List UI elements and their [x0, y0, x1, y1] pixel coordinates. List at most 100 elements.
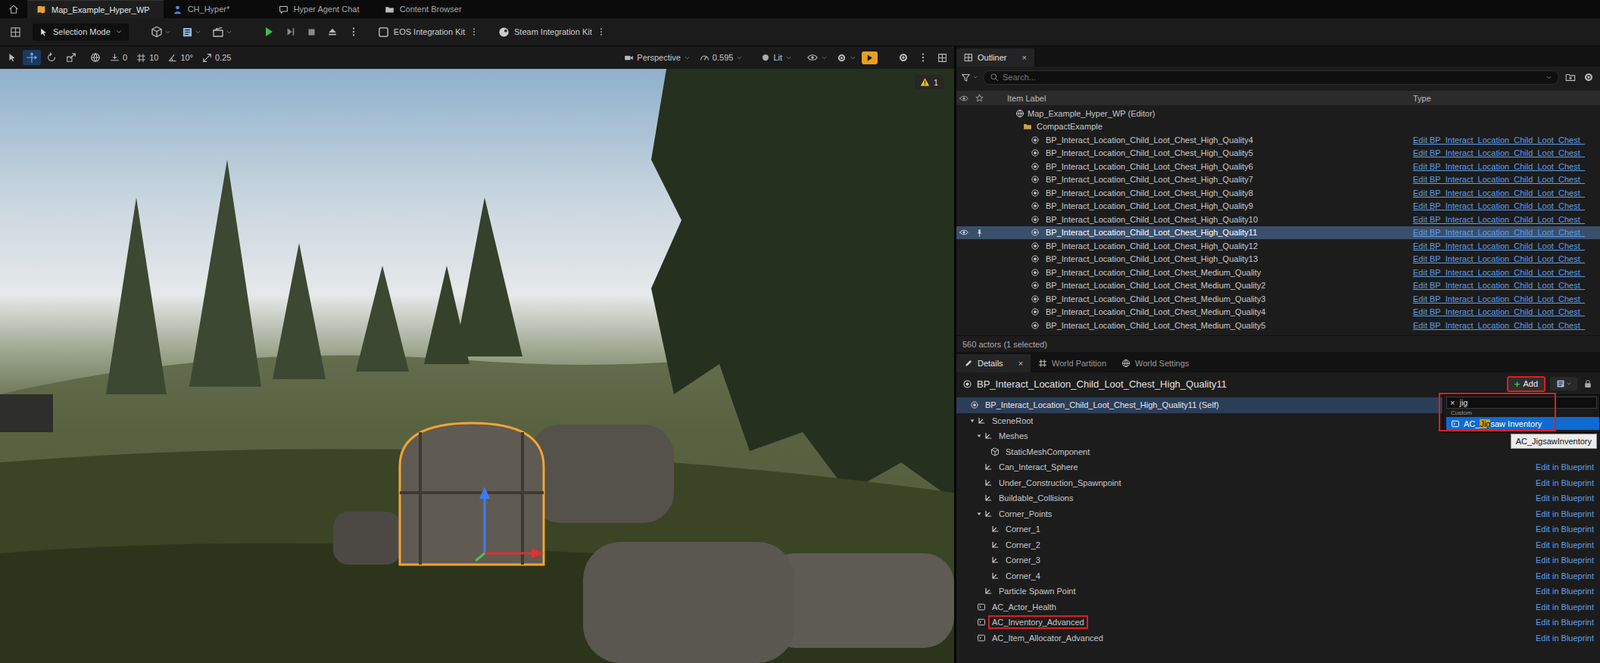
arrowdown-icon[interactable] [975, 432, 983, 440]
outliner-row[interactable]: BP_Interact_Location_Child_Loot_Chest_Hi… [956, 146, 1600, 161]
blueprint-options-button[interactable] [1550, 377, 1578, 391]
component-row[interactable]: StaticMeshComponent [956, 444, 1600, 461]
outliner-row[interactable]: BP_Interact_Location_Child_Loot_Chest_Me… [956, 265, 1600, 280]
close-button[interactable]: × [1018, 358, 1024, 369]
outliner-row[interactable]: BP_Interact_Location_Child_Loot_Chest_Hi… [956, 252, 1600, 267]
blueprint-button[interactable] [177, 23, 206, 41]
pin-icon[interactable] [975, 228, 984, 238]
panel-tab[interactable]: World Settings [1113, 354, 1197, 373]
edit-in-blueprint-link[interactable]: Edit in Blueprint [1535, 571, 1600, 581]
editor-tab[interactable]: Hyper Agent Chat [269, 0, 376, 19]
home-button[interactable] [0, 0, 28, 19]
stop-button[interactable] [302, 24, 321, 41]
snap-setting[interactable]: 10° [163, 50, 197, 66]
outliner-settings-button[interactable] [1581, 71, 1596, 83]
edit-type-link[interactable]: Edit BP_Interact_Location_Child_Loot_Che… [1408, 201, 1600, 211]
edit-in-blueprint-link[interactable]: Edit in Blueprint [1535, 540, 1600, 550]
component-row[interactable]: Particle Spawn PointEdit in Blueprint [956, 583, 1600, 600]
outliner-search-field[interactable] [1002, 72, 1542, 82]
plugin-button[interactable]: Steam Integration Kit [493, 23, 611, 41]
outliner-row[interactable]: BP_Interact_Location_Child_Loot_Chest_Me… [956, 292, 1600, 306]
component-row[interactable]: Corner_2Edit in Blueprint [956, 537, 1600, 554]
edit-type-link[interactable]: Edit BP_Interact_Location_Child_Loot_Che… [1408, 188, 1600, 198]
camera-speed-dropdown[interactable]: 0.595 [695, 50, 748, 66]
outliner-row[interactable]: BP_Interact_Location_Child_Loot_Chest_Hi… [956, 212, 1600, 227]
edit-type-link[interactable]: Edit BP_Interact_Location_Child_Loot_Che… [1408, 280, 1600, 291]
more-button[interactable] [913, 49, 933, 66]
outliner-row[interactable]: BP_Interact_Location_Child_Loot_Chest_Hi… [956, 199, 1600, 214]
edit-in-blueprint-link[interactable]: Edit in Blueprint [1535, 555, 1600, 565]
edit-type-link[interactable]: Edit BP_Interact_Location_Child_Loot_Che… [1408, 268, 1600, 278]
play-options-button[interactable] [344, 23, 363, 41]
add-component-button[interactable]: +Add [1506, 376, 1546, 393]
lock-button[interactable] [1581, 379, 1594, 389]
component-search-field[interactable]: ×jig [1446, 396, 1597, 409]
snap-setting[interactable]: 10 [132, 50, 163, 66]
component-row[interactable]: AC_Item_Allocator_AdvancedEdit in Bluepr… [956, 630, 1600, 647]
plugin-button[interactable]: EOS Integration Kit [373, 23, 484, 41]
add-folder-button[interactable] [1563, 71, 1578, 83]
editor-tab[interactable]: Content Browser [375, 0, 482, 19]
close-button[interactable]: × [1022, 53, 1027, 63]
realtime-toggle[interactable] [861, 51, 878, 65]
edit-type-link[interactable]: Edit BP_Interact_Location_Child_Loot_Che… [1408, 241, 1600, 251]
viewport-scene[interactable]: 1 [0, 68, 955, 663]
editor-tab[interactable]: CH_Hyper* [163, 0, 270, 19]
component-row[interactable]: Can_Interact_SphereEdit in Blueprint [956, 459, 1600, 476]
snap-setting[interactable]: 0.25 [198, 50, 235, 66]
outliner-row[interactable]: BP_Interact_Location_Child_Loot_Chest_Hi… [956, 173, 1600, 188]
transform-tool[interactable] [3, 49, 22, 66]
outliner-row[interactable]: BP_Interact_Location_Child_Loot_Chest_Hi… [956, 133, 1600, 147]
outliner-row[interactable]: BP_Interact_Location_Child_Loot_Chest_Hi… [956, 239, 1600, 253]
edit-type-link[interactable]: Edit BP_Interact_Location_Child_Loot_Che… [1408, 135, 1600, 145]
clear-search-button[interactable]: × [1450, 398, 1455, 408]
transform-tool[interactable] [42, 49, 61, 66]
component-row[interactable]: Corner_PointsEdit in Blueprint [956, 506, 1600, 523]
outliner-row[interactable]: CompactExample [956, 120, 1600, 135]
outliner-tab[interactable]: Outliner× [956, 48, 1035, 67]
outliner-row[interactable]: BP_Interact_Location_Child_Loot_Chest_Hi… [956, 226, 1600, 241]
arrowdown-icon[interactable] [975, 510, 983, 518]
menu-item[interactable]: AC_Jigsaw Inventory [1446, 417, 1600, 431]
add-actor-button[interactable] [146, 22, 175, 41]
save-button[interactable] [6, 23, 25, 41]
component-row[interactable]: Buildable_CollisionsEdit in Blueprint [956, 490, 1600, 507]
panel-tab[interactable]: World Partition [1030, 354, 1114, 373]
edit-type-link[interactable]: Edit BP_Interact_Location_Child_Loot_Che… [1408, 148, 1600, 158]
outliner-row[interactable]: BP_Interact_Location_Child_Loot_Chest_Hi… [956, 159, 1600, 174]
edit-in-blueprint-link[interactable]: Edit in Blueprint [1535, 493, 1600, 503]
column-header[interactable]: Item Label [986, 93, 1409, 103]
panel-tab[interactable]: Details× [956, 354, 1031, 373]
edit-type-link[interactable]: Edit BP_Interact_Location_Child_Loot_Che… [1408, 174, 1600, 185]
coordinate-space-button[interactable] [86, 49, 105, 66]
layout-button[interactable] [933, 50, 952, 66]
component-row[interactable]: AC_Actor_HealthEdit in Blueprint [956, 599, 1600, 616]
edit-in-blueprint-link[interactable]: Edit in Blueprint [1535, 586, 1600, 596]
step-button[interactable] [281, 23, 300, 41]
edit-in-blueprint-link[interactable]: Edit in Blueprint [1535, 602, 1600, 612]
outliner-row[interactable]: BP_Interact_Location_Child_Loot_Chest_Me… [956, 318, 1600, 333]
edit-type-link[interactable]: Edit BP_Interact_Location_Child_Loot_Che… [1408, 307, 1600, 317]
snap-setting[interactable]: 0 [106, 50, 131, 66]
edit-type-link[interactable]: Edit BP_Interact_Location_Child_Loot_Che… [1408, 294, 1600, 304]
edit-in-blueprint-link[interactable]: Edit in Blueprint [1535, 617, 1600, 627]
eject-button[interactable] [323, 23, 342, 41]
lighting-dropdown[interactable]: Lit [757, 50, 796, 65]
outliner-row[interactable]: BP_Interact_Location_Child_Loot_Chest_Hi… [956, 186, 1600, 200]
component-row[interactable]: Corner_4Edit in Blueprint [956, 568, 1600, 585]
editor-tab[interactable]: Map_Example_Hyper_WP [27, 0, 164, 19]
edit-type-link[interactable]: Edit BP_Interact_Location_Child_Loot_Che… [1408, 321, 1600, 331]
outliner-row[interactable]: BP_Interact_Location_Child_Loot_Chest_Me… [956, 279, 1600, 294]
mode-dropdown[interactable]: Selection Mode [32, 23, 129, 41]
edit-type-link[interactable]: Edit BP_Interact_Location_Child_Loot_Che… [1408, 162, 1600, 172]
edit-in-blueprint-link[interactable]: Edit in Blueprint [1535, 462, 1600, 472]
show-dropdown[interactable] [803, 49, 832, 66]
edit-type-link[interactable]: Edit BP_Interact_Location_Child_Loot_Che… [1408, 215, 1600, 225]
edit-type-link[interactable]: Edit BP_Interact_Location_Child_Loot_Che… [1408, 227, 1600, 238]
outliner-row[interactable]: Map_Example_Hyper_WP (Editor) [956, 106, 1600, 121]
arrowdown-icon[interactable] [968, 417, 977, 425]
component-row[interactable]: Under_Construction_SpawnpointEdit in Blu… [956, 475, 1600, 492]
play-button[interactable] [258, 22, 279, 41]
eye-icon[interactable] [959, 227, 969, 238]
edit-in-blueprint-link[interactable]: Edit in Blueprint [1535, 633, 1600, 643]
